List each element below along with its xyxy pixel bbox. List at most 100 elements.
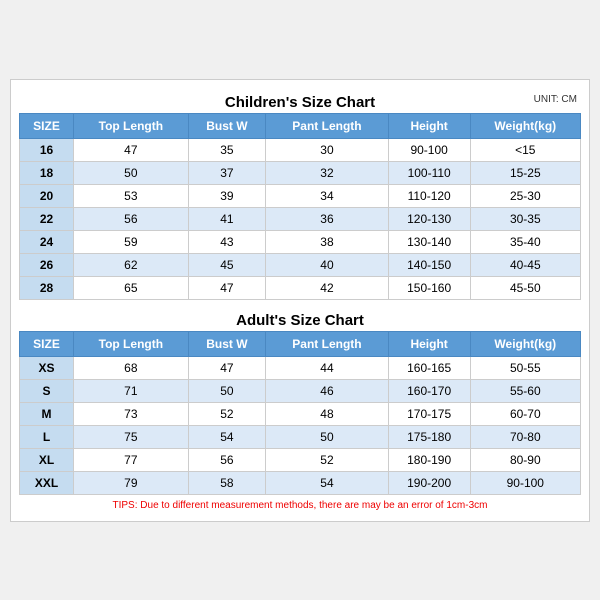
table-row: S715046160-17055-60	[20, 379, 581, 402]
data-cell: 45-50	[470, 276, 580, 299]
size-cell: 18	[20, 161, 74, 184]
data-cell: 180-190	[388, 448, 470, 471]
data-cell: 175-180	[388, 425, 470, 448]
data-cell: <15	[470, 138, 580, 161]
table-row: L755450175-18070-80	[20, 425, 581, 448]
data-cell: 52	[188, 402, 266, 425]
data-cell: 55-60	[470, 379, 580, 402]
size-cell: 28	[20, 276, 74, 299]
size-cell: XXL	[20, 471, 74, 494]
data-cell: 62	[74, 253, 189, 276]
data-cell: 52	[266, 448, 388, 471]
data-cell: 32	[266, 161, 388, 184]
adult-size-table: SIZE Top Length Bust W Pant Length Heigh…	[19, 331, 581, 495]
col-header-bust-w-a: Bust W	[188, 331, 266, 356]
data-cell: 46	[266, 379, 388, 402]
data-cell: 90-100	[388, 138, 470, 161]
col-header-top-length-a: Top Length	[74, 331, 189, 356]
size-cell: 24	[20, 230, 74, 253]
data-cell: 56	[74, 207, 189, 230]
adult-header-row: SIZE Top Length Bust W Pant Length Heigh…	[20, 331, 581, 356]
data-cell: 35	[188, 138, 266, 161]
data-cell: 43	[188, 230, 266, 253]
data-cell: 170-175	[388, 402, 470, 425]
data-cell: 130-140	[388, 230, 470, 253]
size-cell: XS	[20, 356, 74, 379]
data-cell: 77	[74, 448, 189, 471]
data-cell: 54	[266, 471, 388, 494]
size-cell: 20	[20, 184, 74, 207]
data-cell: 40	[266, 253, 388, 276]
tips-text: TIPS: Due to different measurement metho…	[19, 495, 581, 513]
data-cell: 42	[266, 276, 388, 299]
data-cell: 47	[188, 276, 266, 299]
data-cell: 39	[188, 184, 266, 207]
size-cell: 16	[20, 138, 74, 161]
data-cell: 50-55	[470, 356, 580, 379]
data-cell: 110-120	[388, 184, 470, 207]
data-cell: 53	[74, 184, 189, 207]
data-cell: 120-130	[388, 207, 470, 230]
table-row: XL775652180-19080-90	[20, 448, 581, 471]
data-cell: 50	[74, 161, 189, 184]
data-cell: 34	[266, 184, 388, 207]
data-cell: 90-100	[470, 471, 580, 494]
size-cell: L	[20, 425, 74, 448]
data-cell: 47	[188, 356, 266, 379]
col-header-pant-length-c: Pant Length	[266, 113, 388, 138]
data-cell: 37	[188, 161, 266, 184]
table-row: 22564136120-13030-35	[20, 207, 581, 230]
col-header-height-a: Height	[388, 331, 470, 356]
size-cell: 26	[20, 253, 74, 276]
data-cell: 44	[266, 356, 388, 379]
data-cell: 50	[266, 425, 388, 448]
table-row: XXL795854190-20090-100	[20, 471, 581, 494]
size-cell: XL	[20, 448, 74, 471]
table-row: XS684744160-16550-55	[20, 356, 581, 379]
data-cell: 38	[266, 230, 388, 253]
size-cell: S	[20, 379, 74, 402]
data-cell: 68	[74, 356, 189, 379]
children-size-table: SIZE Top Length Bust W Pant Length Heigh…	[19, 113, 581, 300]
col-header-weight-a: Weight(kg)	[470, 331, 580, 356]
data-cell: 54	[188, 425, 266, 448]
children-header-row: SIZE Top Length Bust W Pant Length Heigh…	[20, 113, 581, 138]
data-cell: 59	[74, 230, 189, 253]
data-cell: 35-40	[470, 230, 580, 253]
data-cell: 36	[266, 207, 388, 230]
adult-section-title: Adult's Size Chart	[19, 306, 581, 331]
data-cell: 48	[266, 402, 388, 425]
data-cell: 160-165	[388, 356, 470, 379]
data-cell: 56	[188, 448, 266, 471]
data-cell: 100-110	[388, 161, 470, 184]
table-row: 1647353090-100<15	[20, 138, 581, 161]
data-cell: 140-150	[388, 253, 470, 276]
col-header-size-a: SIZE	[20, 331, 74, 356]
size-cell: M	[20, 402, 74, 425]
data-cell: 47	[74, 138, 189, 161]
col-header-height-c: Height	[388, 113, 470, 138]
children-title-text: Children's Size Chart	[225, 94, 375, 111]
col-header-top-length-c: Top Length	[74, 113, 189, 138]
table-row: 24594338130-14035-40	[20, 230, 581, 253]
col-header-weight-c: Weight(kg)	[470, 113, 580, 138]
data-cell: 25-30	[470, 184, 580, 207]
data-cell: 80-90	[470, 448, 580, 471]
data-cell: 41	[188, 207, 266, 230]
col-header-pant-length-a: Pant Length	[266, 331, 388, 356]
table-row: 18503732100-11015-25	[20, 161, 581, 184]
data-cell: 150-160	[388, 276, 470, 299]
data-cell: 30	[266, 138, 388, 161]
data-cell: 70-80	[470, 425, 580, 448]
data-cell: 79	[74, 471, 189, 494]
table-row: 28654742150-16045-50	[20, 276, 581, 299]
data-cell: 65	[74, 276, 189, 299]
table-row: 26624540140-15040-45	[20, 253, 581, 276]
table-row: M735248170-17560-70	[20, 402, 581, 425]
data-cell: 75	[74, 425, 189, 448]
data-cell: 45	[188, 253, 266, 276]
data-cell: 71	[74, 379, 189, 402]
data-cell: 15-25	[470, 161, 580, 184]
col-header-size-c: SIZE	[20, 113, 74, 138]
size-cell: 22	[20, 207, 74, 230]
